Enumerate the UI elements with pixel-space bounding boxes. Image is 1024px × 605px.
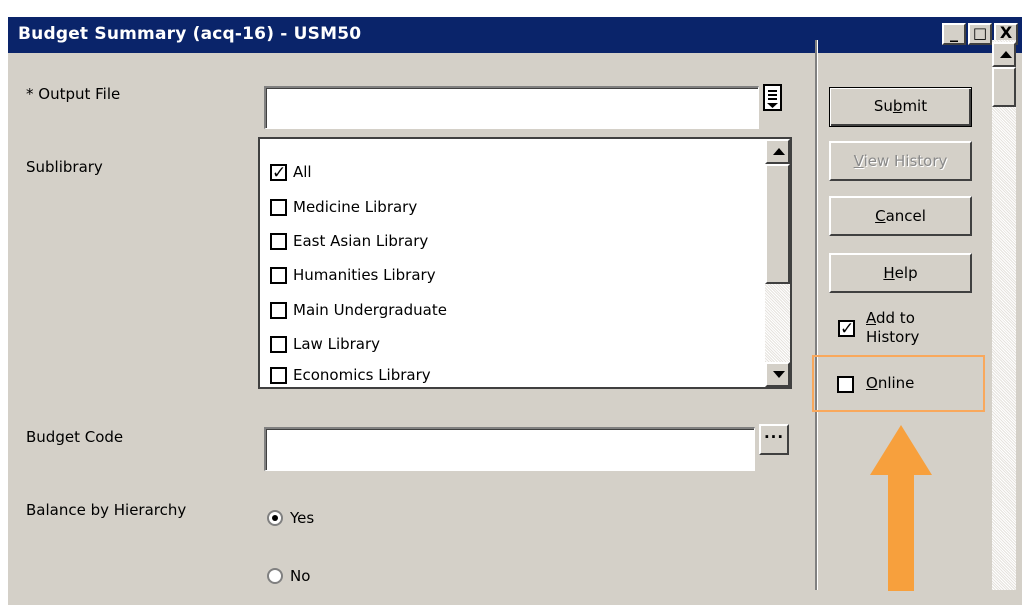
list-item[interactable]: Medicine Library bbox=[270, 194, 417, 220]
minimize-icon: _ bbox=[950, 23, 958, 42]
sublibrary-checkbox[interactable] bbox=[270, 366, 287, 384]
scroll-up-button[interactable] bbox=[765, 139, 790, 164]
sublibrary-checkbox[interactable] bbox=[270, 335, 287, 353]
cancel-label: ancel bbox=[885, 207, 926, 225]
list-item[interactable]: Humanities Library bbox=[270, 262, 436, 288]
radio-yes-label: Yes bbox=[290, 509, 315, 527]
sublibrary-checkbox-all[interactable]: ✓ bbox=[270, 163, 287, 183]
view-history-accel: V bbox=[853, 152, 864, 170]
help-label: elp bbox=[894, 264, 918, 282]
view-history-label: iew History bbox=[863, 152, 948, 170]
file-list-icon bbox=[763, 84, 782, 111]
sublibrary-checkbox[interactable] bbox=[270, 198, 287, 216]
checkmark-icon: ✓ bbox=[840, 319, 855, 339]
submit-label-accel: b bbox=[892, 97, 903, 115]
radio-yes[interactable] bbox=[267, 510, 283, 526]
list-item-label: Law Library bbox=[293, 335, 381, 353]
online-label-text: nline bbox=[877, 374, 915, 392]
budget-code-label: Budget Code bbox=[26, 428, 124, 446]
window-title: Budget Summary (acq-16) - USM50 bbox=[18, 24, 362, 44]
sublibrary-checkbox[interactable] bbox=[270, 301, 287, 319]
maximize-icon: □ bbox=[972, 24, 988, 42]
file-browse-button[interactable] bbox=[762, 84, 784, 112]
submit-button[interactable]: Submit bbox=[829, 87, 972, 127]
list-item-label: Main Undergraduate bbox=[293, 301, 447, 319]
window-scroll-thumb[interactable] bbox=[992, 67, 1016, 107]
window-scroll-up-button[interactable] bbox=[992, 42, 1016, 67]
submit-label-a: Su bbox=[873, 97, 893, 115]
list-item[interactable]: Economics Library bbox=[270, 365, 431, 385]
submit-label-b: mit bbox=[902, 97, 928, 115]
orange-arrow-icon bbox=[870, 425, 932, 591]
arrow-down-icon bbox=[773, 371, 785, 378]
help-button[interactable]: Help bbox=[829, 253, 972, 293]
window-scrollbar[interactable] bbox=[992, 40, 1016, 590]
arrow-up-icon bbox=[1000, 51, 1012, 58]
sublibrary-list[interactable]: ✓ All Medicine Library East Asian Librar… bbox=[258, 137, 792, 389]
budget-code-lookup-button[interactable]: ··· bbox=[759, 424, 789, 455]
balance-by-hierarchy-label: Balance by Hierarchy bbox=[26, 501, 187, 519]
cancel-accel: C bbox=[875, 207, 886, 225]
maximize-button[interactable]: □ bbox=[968, 23, 992, 45]
add-to-history-line1: dd to bbox=[876, 309, 915, 327]
sublibrary-checkbox[interactable] bbox=[270, 232, 287, 250]
view-history-button[interactable]: View History bbox=[829, 141, 972, 181]
list-item[interactable]: ✓ All bbox=[270, 159, 312, 185]
sublibrary-checkbox[interactable] bbox=[270, 266, 287, 284]
output-file-label: * Output File bbox=[26, 85, 121, 103]
panel-separator bbox=[815, 40, 818, 590]
ellipsis-icon: ··· bbox=[763, 428, 785, 446]
list-item-label: Medicine Library bbox=[293, 198, 418, 216]
add-to-history-line2: History bbox=[866, 328, 920, 346]
add-to-history-checkbox[interactable]: ✓ bbox=[838, 319, 855, 339]
list-item[interactable]: Main Undergraduate bbox=[270, 297, 447, 323]
radio-no-label: No bbox=[290, 567, 311, 585]
cancel-button[interactable]: Cancel bbox=[829, 196, 972, 236]
list-scrollbar[interactable] bbox=[765, 139, 790, 387]
list-item-label: East Asian Library bbox=[293, 232, 429, 250]
output-file-input[interactable] bbox=[264, 86, 759, 129]
title-bar[interactable]: Budget Summary (acq-16) - USM50 _ □ X bbox=[8, 17, 1022, 53]
online-checkbox[interactable] bbox=[837, 376, 854, 393]
minimize-button[interactable]: _ bbox=[942, 23, 966, 45]
arrow-up-icon bbox=[773, 148, 785, 155]
sublibrary-label: Sublibrary bbox=[26, 158, 103, 176]
list-item[interactable]: Law Library bbox=[270, 331, 380, 357]
list-item-label: Economics Library bbox=[293, 366, 431, 384]
online-accel: O bbox=[866, 374, 878, 392]
checkmark-icon: ✓ bbox=[272, 162, 287, 183]
add-to-history-accel: A bbox=[866, 309, 876, 327]
help-accel: H bbox=[883, 264, 895, 282]
list-item-label: Humanities Library bbox=[293, 266, 436, 284]
scroll-down-button[interactable] bbox=[765, 362, 790, 387]
scroll-thumb[interactable] bbox=[765, 164, 790, 284]
list-item-label: All bbox=[293, 163, 312, 181]
radio-no[interactable] bbox=[267, 568, 283, 584]
radio-dot bbox=[272, 515, 278, 521]
online-label: Online bbox=[866, 374, 914, 392]
budget-code-input[interactable] bbox=[264, 427, 755, 471]
add-to-history-label: Add to History bbox=[866, 309, 919, 347]
list-item[interactable]: East Asian Library bbox=[270, 228, 428, 254]
